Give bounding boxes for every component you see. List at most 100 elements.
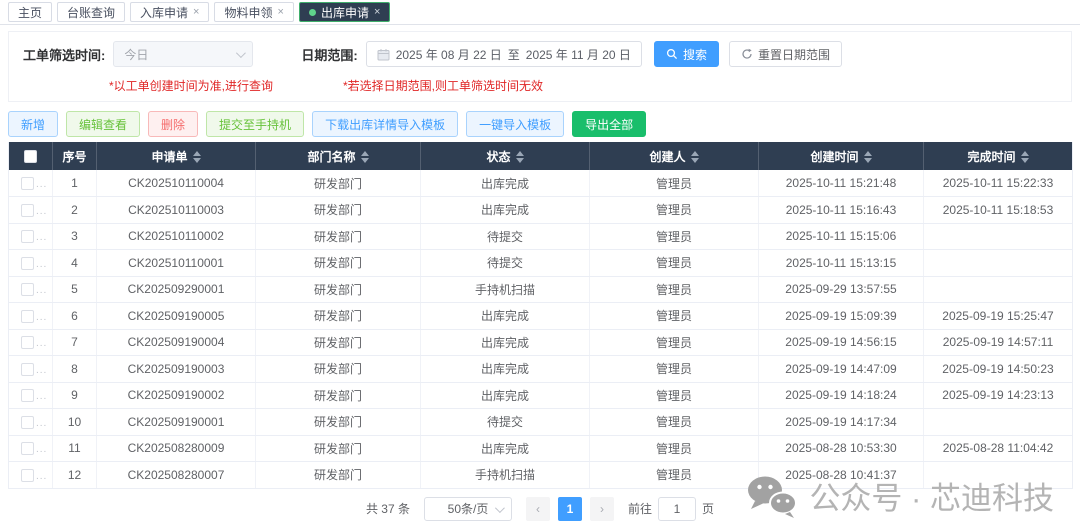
tab-5[interactable]: 出库申请 × [298,2,391,22]
sort-asc-icon[interactable] [192,151,201,157]
row-checkbox[interactable] [21,415,34,429]
page-number-1[interactable]: 1 [558,496,582,521]
next-page-button[interactable]: › [590,496,614,521]
cell-index: 5 [52,276,97,303]
add-button[interactable]: 新增 [8,111,59,137]
sort-asc-icon[interactable] [360,151,369,157]
export-all-button[interactable]: 导出全部 [572,111,647,137]
cell-created_at: 2025-09-19 14:17:34 [758,408,924,436]
prev-page-button[interactable]: ‹ [526,496,550,521]
cell-order_no: CK202510110003 [96,196,256,224]
time-filter-select[interactable]: 今日 [113,41,254,67]
row-checkbox[interactable] [21,256,34,270]
header-checkbox-cell [8,142,53,170]
sort-desc-icon[interactable] [515,158,524,164]
cell-status: 待提交 [420,223,590,250]
cell-creator: 管理员 [589,408,759,436]
table-row[interactable]: ... 8 CK202509190003 研发部门 出库完成 管理员 2025-09-19 … [8,355,1073,383]
one-click-import-template-button[interactable]: 一键导入模板 [466,111,565,137]
sort-asc-icon[interactable] [1020,151,1029,157]
cell-department: 研发部门 [255,382,421,409]
date-range-input[interactable]: 2025 年 08 月 22 日 至 2025 年 11 月 20 日 [365,41,642,67]
cell-completed_at [923,276,1073,303]
sort-desc-icon[interactable] [690,158,699,164]
column-header-4[interactable]: 状态 [420,142,590,170]
table-row[interactable]: ... 1 CK202510110004 研发部门 出库完成 管理员 2025-10-11 … [8,170,1073,197]
row-checkbox[interactable] [21,177,34,191]
table-row[interactable]: ... 10 CK202509190001 研发部门 待提交 管理员 2025-09-19 … [8,408,1073,436]
row-checkbox[interactable] [21,442,34,456]
close-tab-icon[interactable]: × [193,6,199,18]
tab-4[interactable]: 物料申领 × [214,2,294,22]
goto-page-input[interactable] [658,496,697,521]
sort-carets-icon[interactable] [515,151,524,164]
download-outbound-template-button[interactable]: 下载出库详情导入模板 [312,111,459,137]
table-row[interactable]: ... 3 CK202510110002 研发部门 待提交 管理员 2025-10-11 1… [8,223,1073,250]
table-row[interactable]: ... 9 CK202509190002 研发部门 出库完成 管理员 2025-09-19 … [8,382,1073,409]
row-checkbox[interactable] [21,230,34,244]
column-header-2[interactable]: 申请单 [96,142,256,170]
edit-view-button[interactable]: 编辑查看 [66,111,141,137]
sort-desc-icon[interactable] [863,158,872,164]
table-row[interactable]: ... 12 CK202508280007 研发部门 手持机扫描 管理员 2025-08-2… [8,461,1073,489]
row-checkbox[interactable] [21,203,34,217]
cell-index: 1 [52,170,97,197]
date-range-hint: *若选择日期范围,则工单筛选时间无效 [343,79,544,93]
cell-department: 研发部门 [255,435,421,462]
row-checkbox-cell: ... [8,408,53,436]
sort-carets-icon[interactable] [1020,151,1029,164]
tab-3[interactable]: 入库申请 × [130,2,210,22]
sort-asc-icon[interactable] [690,151,699,157]
sort-desc-icon[interactable] [360,158,369,164]
sort-carets-icon[interactable] [863,151,872,164]
table-row[interactable]: ... 5 CK202509290001 研发部门 手持机扫描 管理员 2025-09-29… [8,276,1073,303]
cell-order_no: CK202509190005 [96,302,256,330]
date-end-value[interactable]: 2025 年 11 月 20 日 [526,46,631,63]
reset-date-range-button[interactable]: 重置日期范围 [728,41,842,67]
row-checkbox[interactable] [21,336,34,350]
sort-carets-icon[interactable] [690,151,699,164]
row-overflow-dots: ... [36,417,48,429]
table-row[interactable]: ... 11 CK202508280009 研发部门 出库完成 管理员 2025-08-28… [8,435,1073,462]
sort-carets-icon[interactable] [360,151,369,164]
submit-to-handheld-button[interactable]: 提交至手持机 [206,111,305,137]
date-start-value[interactable]: 2025 年 08 月 22 日 [396,46,502,63]
select-all-checkbox[interactable] [24,150,37,164]
total-count-label: 共 37 条 [365,502,410,516]
row-checkbox-cell: ... [8,461,53,489]
column-header-6[interactable]: 创建时间 [758,142,924,170]
row-checkbox[interactable] [21,309,34,323]
cell-completed_at: 2025-09-19 14:57:11 [923,329,1073,356]
page-size-select[interactable]: 50条/页 [424,496,512,521]
cell-index: 9 [52,382,97,409]
sort-asc-icon[interactable] [863,151,872,157]
time-filter-label: 工单筛选时间: [23,47,106,63]
row-checkbox[interactable] [21,468,34,482]
tab-2[interactable]: 台账查询 [57,2,126,22]
column-header-3[interactable]: 部门名称 [255,142,421,170]
sort-desc-icon[interactable] [192,158,201,164]
sort-asc-icon[interactable] [515,151,524,157]
table-row[interactable]: ... 2 CK202510110003 研发部门 出库完成 管理员 2025-10-11 … [8,196,1073,224]
close-tab-icon[interactable]: × [374,6,380,18]
column-label: 创建时间 [810,149,859,164]
cell-creator: 管理员 [589,302,759,330]
row-checkbox[interactable] [21,283,34,297]
column-header-5[interactable]: 创建人 [589,142,759,170]
column-header-7[interactable]: 完成时间 [923,142,1073,170]
tab-1[interactable]: 主页 [8,2,53,22]
cell-created_at: 2025-09-19 14:47:09 [758,355,924,383]
table-body: ... 1 CK202510110004 研发部门 出库完成 管理员 2025-10-11 … [8,170,1073,489]
sort-carets-icon[interactable] [192,151,201,164]
close-tab-icon[interactable]: × [278,6,284,18]
table-row[interactable]: ... 7 CK202509190004 研发部门 出库完成 管理员 2025-09-19 … [8,329,1073,356]
table-row[interactable]: ... 4 CK202510110001 研发部门 待提交 管理员 2025-10-11 1… [8,249,1073,277]
goto-label: 前往 [628,502,653,516]
cell-index: 11 [52,435,97,462]
sort-desc-icon[interactable] [1020,158,1029,164]
delete-button[interactable]: 删除 [148,111,199,137]
row-checkbox[interactable] [21,389,34,403]
table-row[interactable]: ... 6 CK202509190005 研发部门 出库完成 管理员 2025-09-19 … [8,302,1073,330]
search-button[interactable]: 搜索 [653,41,719,67]
row-checkbox[interactable] [21,362,34,376]
